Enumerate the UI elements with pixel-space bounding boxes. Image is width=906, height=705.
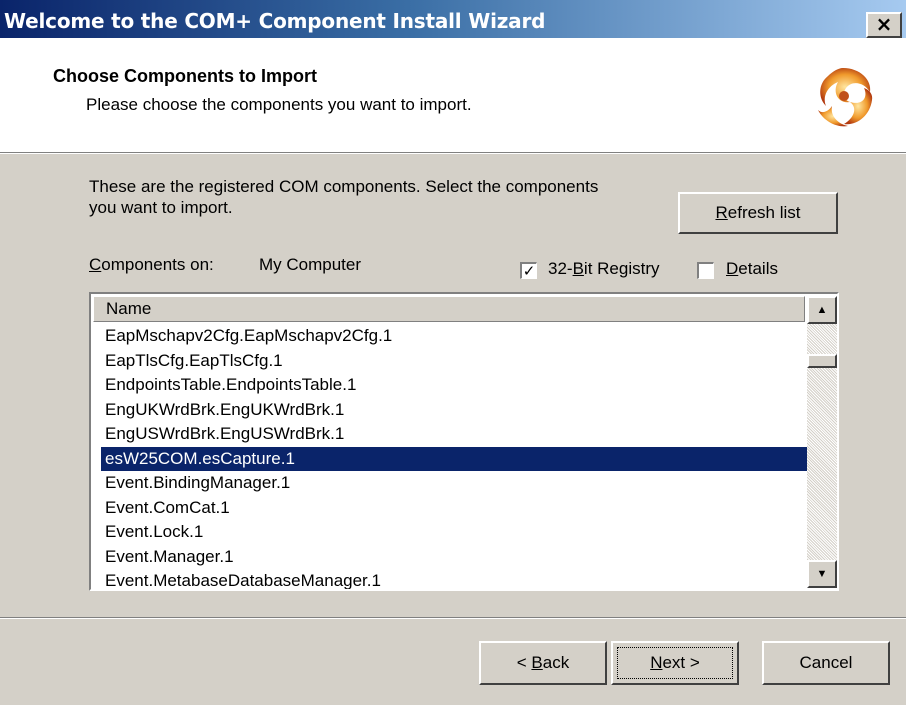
refresh-list-button[interactable]: Refresh list (678, 192, 838, 234)
column-header-name[interactable]: Name (93, 296, 805, 322)
list-item[interactable]: Event.ComCat.1 (101, 496, 807, 521)
back-label-post: ack (542, 653, 570, 672)
close-button[interactable]: × (866, 12, 902, 38)
list-item[interactable]: EndpointsTable.EndpointsTable.1 (101, 373, 807, 398)
details-checkbox[interactable] (697, 262, 714, 279)
component-rows: EapMschapv2Cfg.EapMschapv2Cfg.1 EapTlsCfg… (101, 324, 807, 589)
page-subtitle: Please choose the components you want to… (86, 95, 472, 114)
32bit-label-pre: 32- (548, 259, 573, 278)
components-listview[interactable]: Name EapMschapv2Cfg.EapMschapv2Cfg.1 EapT… (89, 292, 839, 591)
list-item[interactable]: Event.Manager.1 (101, 545, 807, 570)
header-separator (0, 152, 906, 154)
details-label-post: etails (738, 259, 778, 278)
scroll-down-arrow-icon[interactable]: ▼ (807, 560, 837, 588)
details-label-accel: D (726, 259, 739, 278)
page-title: Choose Components to Import (53, 66, 317, 86)
components-on-label: Components on: (89, 255, 214, 275)
wizard-header: Choose Components to Import Please choos… (0, 38, 906, 152)
list-item[interactable]: Event.Lock.1 (101, 520, 807, 545)
description-text: These are the registered COM components.… (89, 177, 599, 217)
32bit-label-accel: B (572, 259, 584, 278)
list-item[interactable]: EapMschapv2Cfg.EapMschapv2Cfg.1 (101, 324, 807, 349)
cancel-button[interactable]: Cancel (762, 641, 890, 685)
list-item[interactable]: esW25COM.esCapture.1 (101, 446, 807, 471)
back-label-accel: B (531, 653, 543, 672)
list-item[interactable]: EngUSWrdBrk.EngUSWrdBrk.1 (101, 422, 807, 447)
components-on-value: My Computer (259, 255, 362, 274)
next-button[interactable]: Next > (611, 641, 739, 685)
title-bar: Welcome to the COM+ Component Install Wi… (0, 0, 906, 38)
scroll-thumb[interactable] (807, 354, 837, 368)
scroll-up-arrow-icon[interactable]: ▲ (807, 296, 837, 324)
list-item[interactable]: EapTlsCfg.EapTlsCfg.1 (101, 349, 807, 374)
32bit-label-post: it Registry (583, 259, 660, 278)
list-item[interactable]: Event.BindingManager.1 (101, 471, 807, 496)
refresh-label-accel: R (715, 203, 728, 222)
window-title: Welcome to the COM+ Component Install Wi… (4, 9, 546, 33)
next-label-accel: N (650, 653, 663, 672)
32bit-registry-checkbox[interactable]: ✓ (520, 262, 537, 279)
components-on-accel: C (89, 255, 102, 274)
list-item[interactable]: EngUKWrdBrk.EngUKWrdBrk.1 (101, 398, 807, 423)
32bit-registry-label[interactable]: 32-Bit Registry (548, 259, 660, 279)
back-button[interactable]: < Back (479, 641, 607, 685)
components-on-label-rest: omponents on: (101, 255, 214, 274)
list-item[interactable]: Event.MetabaseDatabaseManager.1 (101, 569, 807, 589)
vertical-scrollbar[interactable]: ▲ ▼ (807, 296, 837, 588)
back-label-pre: < (516, 653, 532, 672)
next-label-post: ext > (662, 653, 700, 672)
refresh-label-post: efresh list (727, 203, 801, 222)
details-label[interactable]: Details (726, 259, 778, 279)
footer-separator (0, 617, 906, 619)
com-plus-swirl-logo-icon (818, 68, 873, 127)
